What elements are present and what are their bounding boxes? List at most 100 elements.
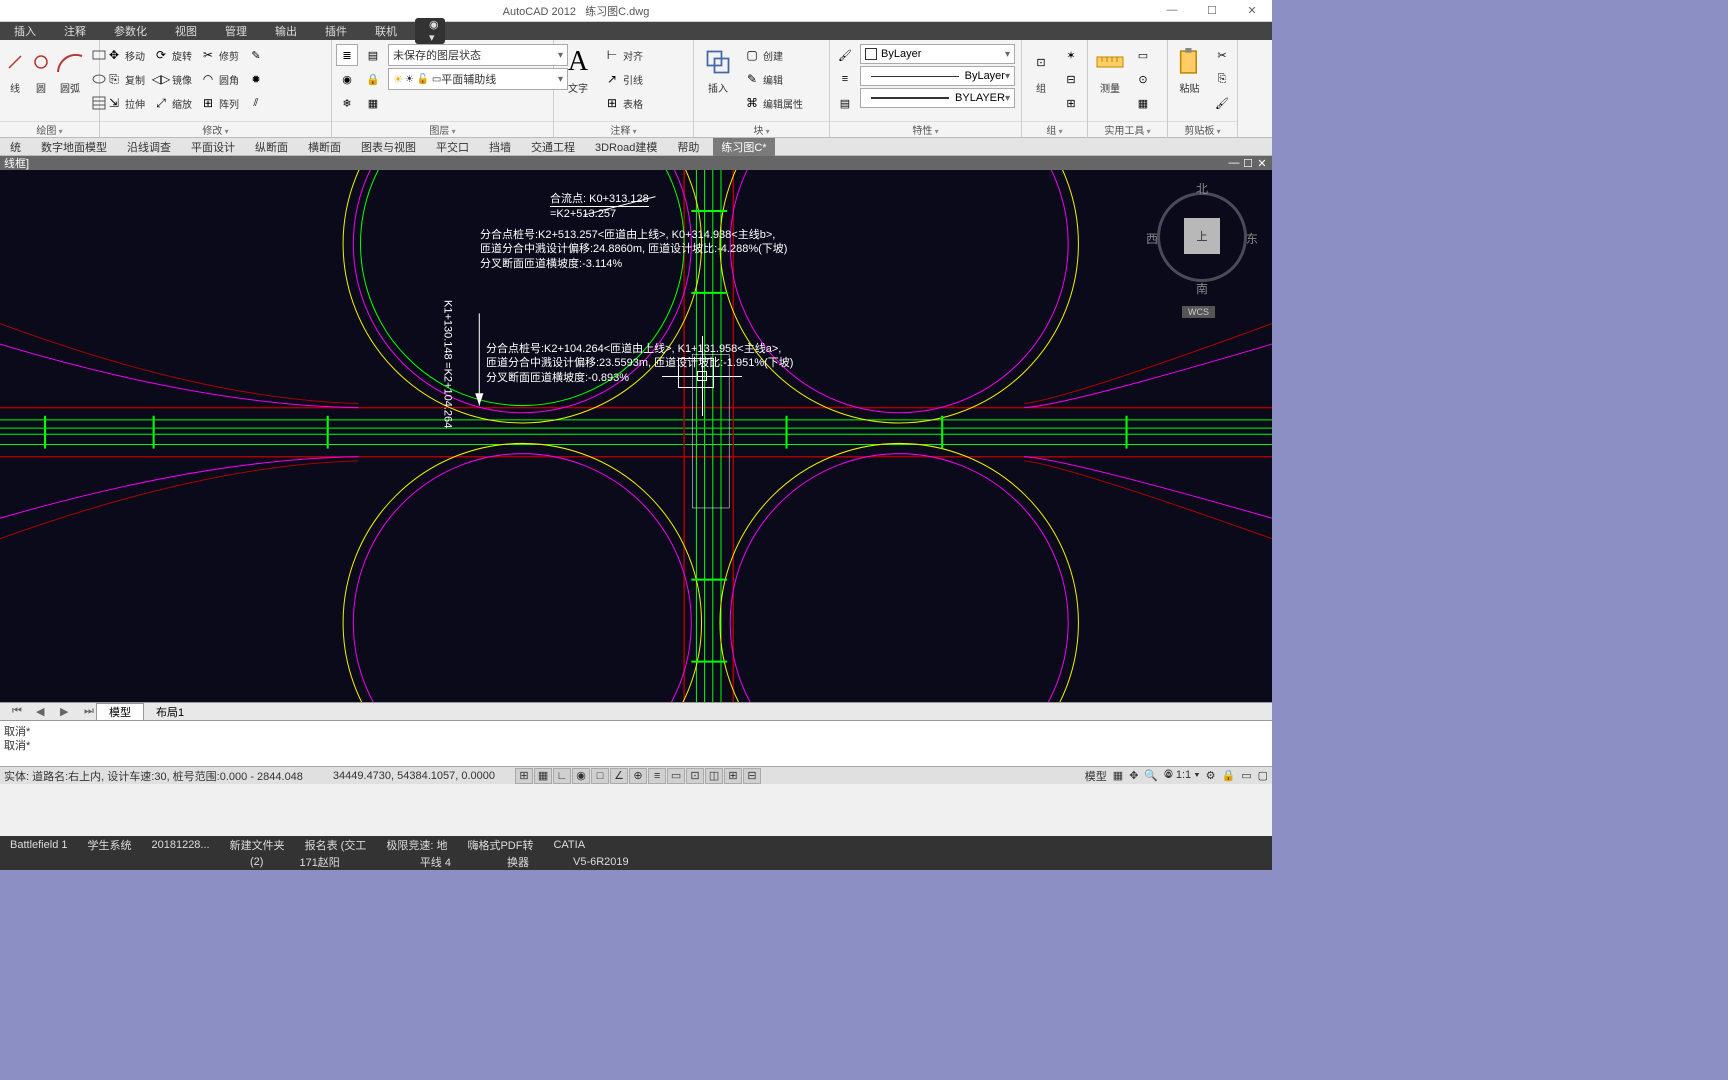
viewcube-south[interactable]: 南 (1196, 280, 1208, 297)
snap-toggle[interactable]: ⊞ (515, 768, 533, 784)
draw-close-icon[interactable]: ✕ (1256, 157, 1268, 170)
ds-toggle[interactable]: ⊟ (743, 768, 761, 784)
table-button[interactable]: ⊞表格 (602, 92, 645, 114)
tm-toggle[interactable]: ⊞ (724, 768, 742, 784)
layer-off-icon[interactable]: ◉ (336, 68, 358, 90)
create-block-button[interactable]: ▢创建 (742, 44, 805, 66)
tab-parametric[interactable]: 参数化 (100, 23, 161, 39)
tab-plugins[interactable]: 插件 (311, 23, 361, 39)
draw-max-icon[interactable]: ☐ (1242, 157, 1254, 170)
paste-button[interactable]: 粘贴 (1170, 42, 1209, 119)
text-button[interactable]: A 文字 (556, 42, 600, 119)
tab-layout1[interactable]: 布局1 (144, 704, 196, 720)
am-toggle[interactable]: ◫ (705, 768, 723, 784)
trim-button[interactable]: ✂修剪 (198, 44, 241, 66)
group-button[interactable]: ⊡组 (1024, 42, 1058, 119)
viewcube-west[interactable]: 西 (1146, 230, 1158, 247)
status-ws-icon[interactable]: ⚙ (1206, 769, 1216, 782)
status-pan-icon[interactable]: ✥ (1129, 769, 1138, 782)
prop-palette-icon[interactable]: ▤ (834, 92, 856, 114)
drawing-canvas[interactable]: 合流点: K0+313.128 =K2+513.257 分合点桩号:K2+513… (0, 170, 1272, 702)
scale-button[interactable]: ⤢缩放 (151, 92, 194, 114)
erase-icon[interactable]: ✎ (245, 44, 267, 66)
taskbar-item[interactable]: 报名表 (交工 (295, 837, 377, 853)
secmenu-item[interactable]: 3DRoad建模 (585, 139, 667, 155)
secmenu-item[interactable]: 平交口 (426, 139, 479, 155)
move-button[interactable]: ✥移动 (104, 44, 147, 66)
status-grid-icon[interactable]: ▦ (1113, 769, 1123, 782)
calc-icon[interactable]: ▦ (1132, 92, 1154, 114)
tab-annotate[interactable]: 注释 (50, 23, 100, 39)
lwt-toggle[interactable]: ≡ (648, 768, 666, 784)
secmenu-item[interactable]: 横断面 (298, 139, 351, 155)
circle-button[interactable]: 圆 (28, 42, 54, 119)
taskbar-item[interactable]: 极限竞速: 地 (376, 837, 457, 853)
draw-min-icon[interactable]: — (1228, 157, 1240, 170)
secmenu-item[interactable]: 挡墙 (479, 139, 521, 155)
edit-block-button[interactable]: ✎编辑 (742, 68, 805, 90)
layer-iso-icon[interactable]: ▤ (362, 44, 384, 66)
match-prop-icon[interactable]: 🖌 (834, 44, 856, 66)
secmenu-item[interactable]: 数字地面模型 (31, 139, 117, 155)
layer-match-icon[interactable]: ▦ (362, 92, 384, 114)
viewcube[interactable]: 上 北 南 西 东 WCS (1152, 180, 1252, 300)
command-window[interactable]: 取消* 取消* (0, 720, 1272, 766)
layer-lock-icon[interactable]: 🔒 (362, 68, 384, 90)
viewcube-wcs[interactable]: WCS (1182, 306, 1215, 318)
window-close[interactable]: ✕ (1232, 4, 1272, 17)
taskbar-item[interactable]: Battlefield 1 (0, 839, 77, 851)
select-icon[interactable]: ▭ (1132, 44, 1154, 66)
match-icon[interactable]: 🖌 (1211, 92, 1233, 114)
status-hw-icon[interactable]: ▭ (1241, 769, 1251, 782)
edit-attr-button[interactable]: ⌘编辑属性 (742, 92, 805, 114)
grid-toggle[interactable]: ▦ (534, 768, 552, 784)
status-lock-icon[interactable]: 🔒 (1221, 769, 1235, 782)
tab-manage[interactable]: 管理 (211, 23, 261, 39)
mirror-button[interactable]: ◁▷镜像 (151, 68, 194, 90)
tab-prev-icon[interactable]: ◀ (24, 705, 48, 718)
color-dropdown[interactable]: ByLayer (860, 44, 1015, 64)
lineweight-dropdown[interactable]: BYLAYER (860, 88, 1015, 108)
layer-freeze-icon[interactable]: ❄ (336, 92, 358, 114)
secmenu-item[interactable]: 图表与视图 (351, 139, 426, 155)
explode-icon[interactable]: ✹ (245, 68, 267, 90)
group-sel-icon[interactable]: ⊞ (1060, 92, 1082, 114)
tab-output[interactable]: 输出 (261, 23, 311, 39)
secmenu-item[interactable]: 纵断面 (245, 139, 298, 155)
tab-view[interactable]: 视图 (161, 23, 211, 39)
leader-button[interactable]: ↗引线 (602, 68, 645, 90)
array-button[interactable]: ⊞阵列 (198, 92, 241, 114)
dyn-toggle[interactable]: ⊕ (629, 768, 647, 784)
layer-properties-icon[interactable]: ≣ (336, 44, 358, 66)
taskbar-item[interactable]: 学生系统 (77, 837, 141, 853)
viewcube-top[interactable]: 上 (1184, 218, 1220, 254)
linetype-dropdown[interactable]: ByLayer (860, 66, 1015, 86)
annotation-scale[interactable]: 🞋 1:1 ▾ (1164, 769, 1200, 782)
tab-first-icon[interactable]: ⏮ (0, 705, 24, 718)
arc-button[interactable]: 圆弧 (54, 42, 86, 119)
doc-tab[interactable]: 练习图C* (713, 138, 774, 156)
rotate-button[interactable]: ⟳旋转 (151, 44, 194, 66)
taskbar-item[interactable]: CATIA (543, 839, 595, 851)
layer-state-dropdown[interactable]: 未保存的图层状态 (388, 44, 568, 66)
cut-icon[interactable]: ✂ (1211, 44, 1233, 66)
status-zoom-icon[interactable]: 🔍 (1144, 769, 1158, 782)
group-edit-icon[interactable]: ⊟ (1060, 68, 1082, 90)
secmenu-item[interactable]: 沿线调查 (117, 139, 181, 155)
taskbar-item[interactable]: 新建文件夹 (220, 837, 295, 853)
ortho-toggle[interactable]: ∟ (553, 768, 571, 784)
secmenu-item[interactable]: 帮助 (667, 139, 709, 155)
copy-clip-icon[interactable]: ⎘ (1211, 68, 1233, 90)
viewcube-east[interactable]: 东 (1246, 230, 1258, 247)
ungroup-icon[interactable]: ✶ (1060, 44, 1082, 66)
polar-toggle[interactable]: ◉ (572, 768, 590, 784)
status-model-space[interactable]: 模型 (1085, 768, 1107, 784)
secmenu-item[interactable]: 交通工程 (521, 139, 585, 155)
qselect-icon[interactable]: ⊙ (1132, 68, 1154, 90)
window-maximize[interactable]: ☐ (1192, 4, 1232, 17)
otrack-toggle[interactable]: ∠ (610, 768, 628, 784)
tab-insert[interactable]: 插入 (0, 23, 50, 39)
tab-online[interactable]: 联机 (361, 23, 411, 39)
qp-toggle[interactable]: ▭ (667, 768, 685, 784)
status-clean-icon[interactable]: ▢ (1258, 769, 1268, 782)
